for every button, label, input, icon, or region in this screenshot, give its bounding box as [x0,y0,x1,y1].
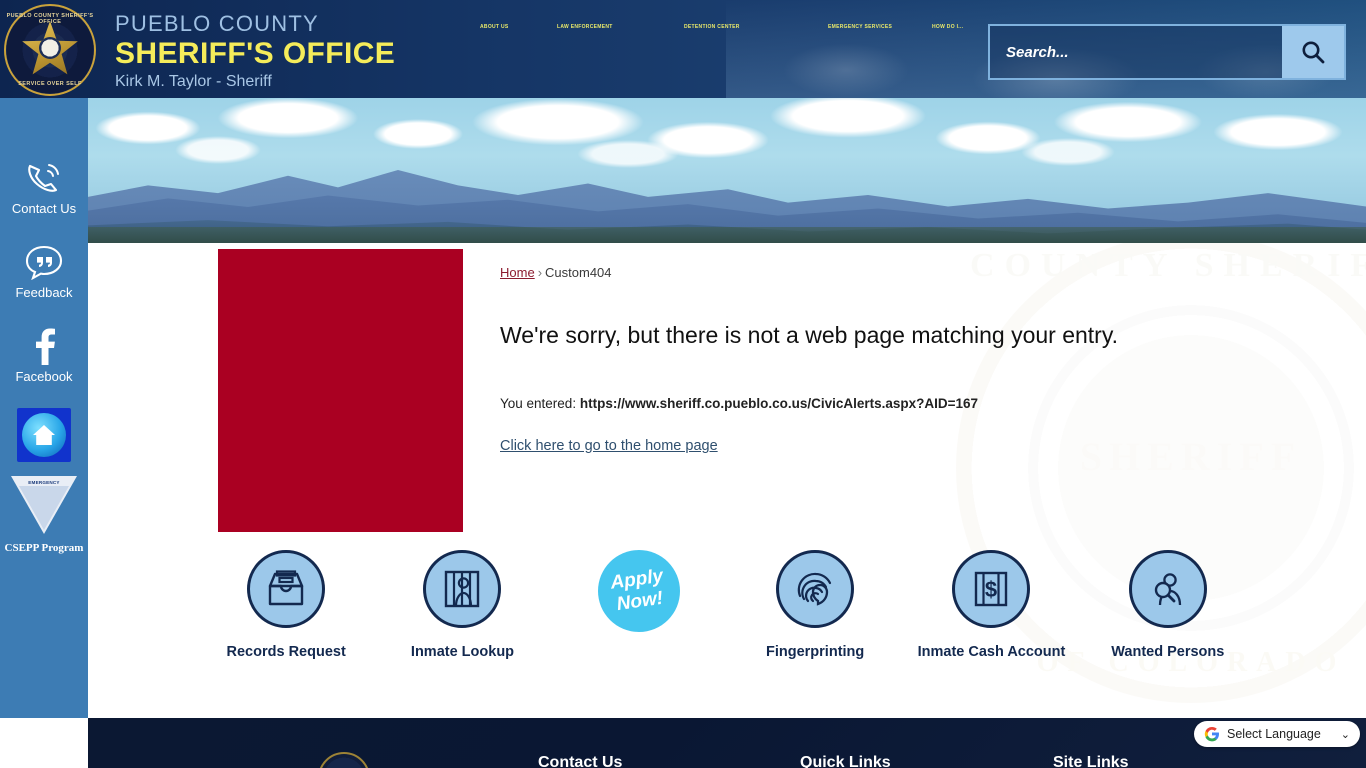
chevron-down-icon: ⌄ [1340,728,1350,741]
svg-text:$: $ [985,577,997,602]
jail-person-icon [423,550,502,628]
file-box-icon [247,550,326,628]
search-input[interactable] [990,26,1282,78]
sidebar-label-feedback: Feedback [15,285,73,300]
sidebar-label-contact-us: Contact Us [11,201,77,216]
breadcrumb-home-link[interactable]: Home [500,265,535,280]
footer-heading-quick-links: Quick Links [800,754,891,768]
brand-line-county: PUEBLO COUNTY [115,11,319,36]
brand-line-sheriff-name: Kirk M. Taylor - Sheriff [115,73,272,90]
home-icon [22,413,66,457]
site-header: PUEBLO COUNTY SHERIFF'S OFFICE SERVICE O… [0,0,1366,98]
left-quick-sidebar: Contact Us Feedback Facebook EMERGENCY C… [0,98,88,718]
facebook-icon [0,324,88,368]
quicklink-apply-now[interactable]: Apply Now! [554,550,724,648]
sidebar-item-facebook[interactable]: Facebook [0,324,88,386]
google-translate-widget[interactable]: Select Language ⌄ [1194,721,1360,747]
hero-banner-image [88,98,1366,243]
hero-treeline [88,227,1366,243]
home-tile-box [17,408,71,462]
phone-icon [0,156,88,200]
quicklink-label-inmate-lookup: Inmate Lookup [410,644,515,660]
quicklink-wanted-persons[interactable]: Wanted Persons [1083,550,1253,660]
primary-navigation[interactable]: ABOUT US LAW ENFORCEMENT DETENTION CENTE… [470,24,980,38]
sidebar-label-csepp: CSEPP Program [4,542,84,554]
quicklink-label-fingerprinting: Fingerprinting [766,644,865,660]
csepp-badge-text: EMERGENCY [28,480,60,485]
entered-label: You entered: [500,396,577,411]
fingerprint-icon [776,550,855,628]
site-footer: Contact Us Quick Links Site Links [88,718,1366,768]
site-brand[interactable]: PUEBLO COUNTY SHERIFF'S OFFICE Kirk M. T… [115,11,395,93]
nav-item-about-us[interactable]: ABOUT US [480,24,509,30]
seal-bottom-text: SERVICE OVER SELF [18,81,82,87]
seal-star-icon [22,21,78,75]
quote-bubble-icon [0,240,88,284]
brand-line-office: SHERIFF'S OFFICE [115,37,396,70]
search-bar[interactable] [988,24,1346,80]
apply-now-badge: Apply Now! [597,550,680,632]
nav-item-how-do-i[interactable]: HOW DO I... [932,24,963,30]
nav-item-emergency-services[interactable]: EMERGENCY SERVICES [828,24,892,30]
go-home-link[interactable]: Click here to go to the home page [500,438,718,454]
quick-links-row: Records Request Inmate Lookup Apply Now!… [88,550,1366,700]
red-placeholder-block [218,249,463,532]
search-icon [1302,41,1325,64]
csepp-triangle-icon: EMERGENCY [0,476,88,538]
search-submit-button[interactable] [1282,26,1344,78]
error-article: Home › Custom404 We're sorry, but there is… [500,265,1200,455]
quicklink-label-wanted-persons: Wanted Persons [1111,644,1225,660]
quicklink-inmate-cash-account[interactable]: $ Inmate Cash Account [906,550,1076,660]
page-root: PUEBLO COUNTY SHERIFF'S OFFICE SERVICE O… [0,0,1366,768]
entered-url-line: You entered: https://www.sheriff.co.pueb… [500,396,1200,411]
quicklink-fingerprinting[interactable]: Fingerprinting [730,550,900,660]
translate-label: Select Language [1227,727,1321,741]
nav-item-detention-center[interactable]: DETENTION CENTER [684,24,740,30]
footer-heading-site-links: Site Links [1053,754,1129,768]
quicklink-inmate-lookup[interactable]: Inmate Lookup [377,550,547,660]
breadcrumb-separator: › [537,265,543,280]
footer-heading-contact-us: Contact Us [538,754,623,768]
breadcrumb-current: Custom404 [545,265,612,280]
breadcrumb: Home › Custom404 [500,265,1200,280]
sidebar-item-contact-us[interactable]: Contact Us [0,156,88,218]
sidebar-item-feedback[interactable]: Feedback [0,240,88,302]
google-g-icon [1204,726,1219,742]
quicklink-label-records-request: Records Request [226,644,346,660]
page-title: We're sorry, but there is not a web page… [500,322,1119,348]
nav-item-law-enforcement[interactable]: LAW ENFORCEMENT [557,24,613,30]
jail-dollar-icon: $ [952,550,1031,628]
wanted-person-icon [1128,550,1207,628]
entered-url-value: https://www.sheriff.co.pueblo.co.us/Civi… [579,396,979,411]
sidebar-item-home-tile[interactable] [0,408,88,462]
sidebar-label-facebook: Facebook [15,369,73,384]
quicklink-records-request[interactable]: Records Request [201,550,371,660]
sheriff-seal-logo[interactable]: PUEBLO COUNTY SHERIFF'S OFFICE SERVICE O… [4,4,96,96]
quicklink-label-inmate-cash-account: Inmate Cash Account [917,644,1066,660]
sidebar-item-csepp-program[interactable]: EMERGENCY CSEPP Program [0,476,88,556]
footer-seal-icon [318,752,370,768]
